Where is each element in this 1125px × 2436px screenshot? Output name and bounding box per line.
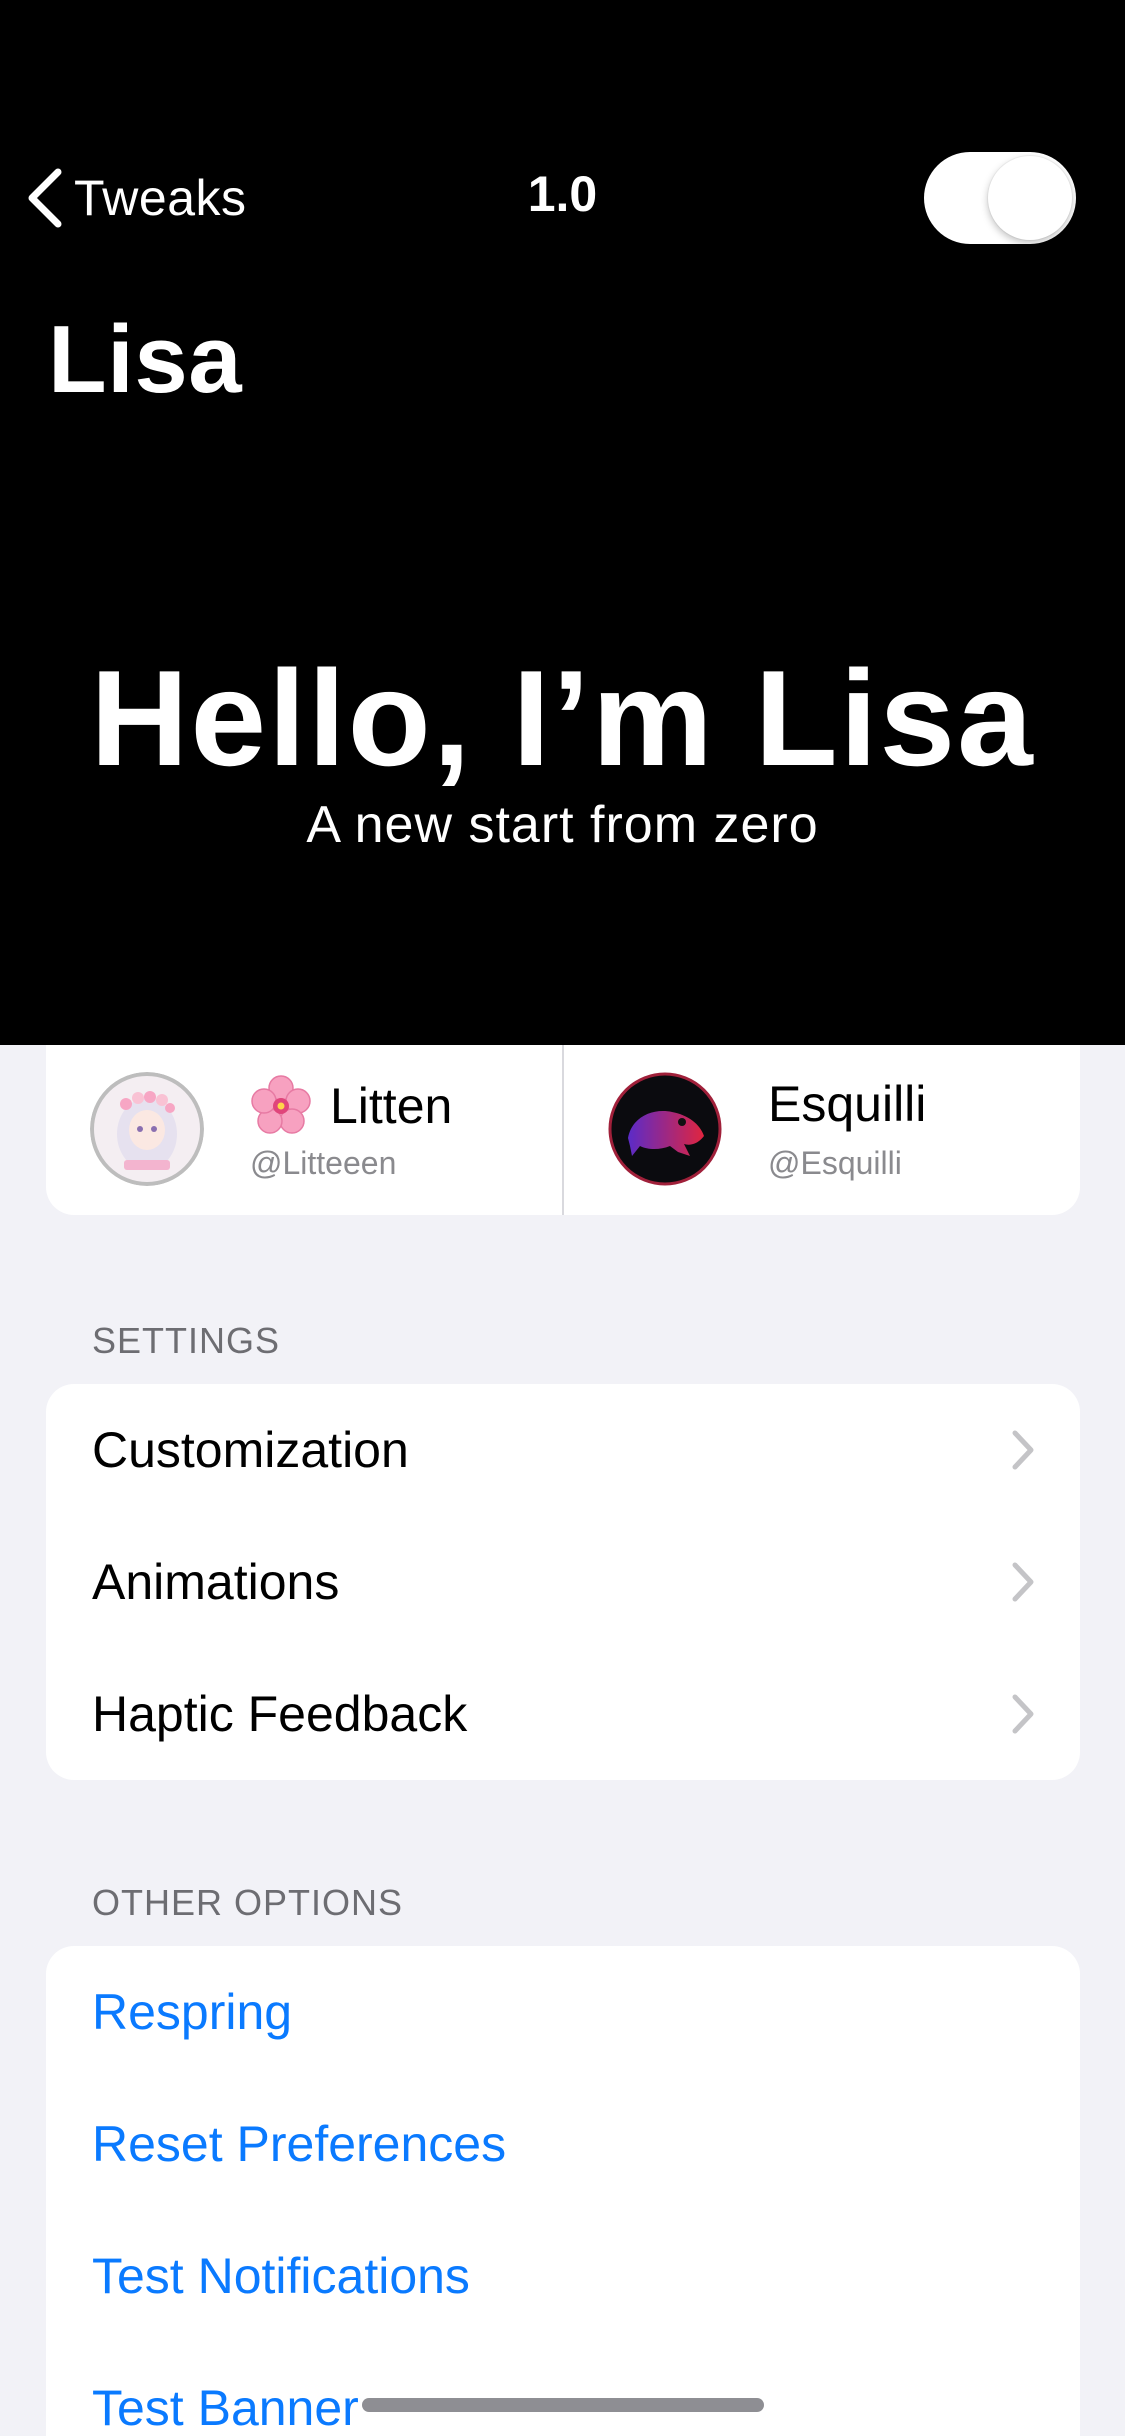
back-button-label: Tweaks: [74, 170, 247, 226]
hero-title: Hello, I’m Lisa: [90, 642, 1035, 794]
header-banner: Tweaks 1.0 Lisa Hello, I’m Lisa A new st…: [0, 0, 1125, 1045]
settings-section-header: SETTINGS: [92, 1320, 281, 1361]
anime-girl-avatar: [90, 1072, 204, 1186]
credit-handle: @Litteeen: [250, 1145, 397, 1181]
credit-handle: @Esquilli: [768, 1145, 902, 1181]
home-indicator[interactable]: [362, 2398, 764, 2412]
settings-group: Customization Animations Haptic Feedback: [46, 1384, 1080, 1780]
cherry-blossom-icon: [251, 1075, 311, 1134]
row-label: Reset Preferences: [92, 2116, 507, 2172]
test-notifications-button[interactable]: Test Notifications: [46, 2210, 1080, 2342]
row-label: Test Banner: [92, 2380, 359, 2436]
credit-name-label: Litten: [330, 1078, 453, 1134]
other-options-group: Respring Reset Preferences Test Notifica…: [46, 1946, 1080, 2436]
credit-name: Esquilli: [768, 1075, 926, 1133]
row-label: Animations: [92, 1554, 340, 1610]
respring-button[interactable]: Respring: [46, 1946, 1080, 2078]
chevron-right-icon: [1012, 1430, 1034, 1470]
credit-esquilli[interactable]: Esquilli @Esquilli: [562, 1045, 1080, 1215]
chevron-right-icon: [1012, 1694, 1034, 1734]
row-label: Respring: [92, 1984, 293, 2040]
other-options-section-header: OTHER OPTIONS: [92, 1882, 404, 1923]
tweak-preferences-screen: Tweaks 1.0 Lisa Hello, I’m Lisa A new st…: [0, 0, 1125, 2436]
row-label: Customization: [92, 1422, 409, 1478]
credits-card: Litten @Litteeen Esquilli @Esquilli: [46, 1045, 1080, 1215]
credit-litten[interactable]: Litten @Litteeen: [46, 1045, 562, 1215]
hero-subtitle: A new start from zero: [306, 796, 819, 854]
enable-toggle[interactable]: [924, 152, 1076, 244]
test-banner-button[interactable]: Test Banner: [46, 2342, 1080, 2436]
chevron-left-icon: [28, 168, 62, 228]
reset-preferences-button[interactable]: Reset Preferences: [46, 2078, 1080, 2210]
credit-name-label: Esquilli: [768, 1076, 927, 1132]
page-title: Lisa: [48, 306, 243, 413]
settings-item-customization[interactable]: Customization: [46, 1384, 1080, 1516]
settings-item-animations[interactable]: Animations: [46, 1516, 1080, 1648]
credit-name: Litten: [250, 1075, 452, 1137]
frog-avatar: [608, 1072, 722, 1186]
settings-item-haptic-feedback[interactable]: Haptic Feedback: [46, 1648, 1080, 1780]
back-button[interactable]: Tweaks: [24, 163, 247, 233]
row-label: Test Notifications: [92, 2248, 470, 2304]
row-label: Haptic Feedback: [92, 1686, 468, 1742]
toggle-knob: [988, 156, 1072, 240]
chevron-right-icon: [1012, 1562, 1034, 1602]
